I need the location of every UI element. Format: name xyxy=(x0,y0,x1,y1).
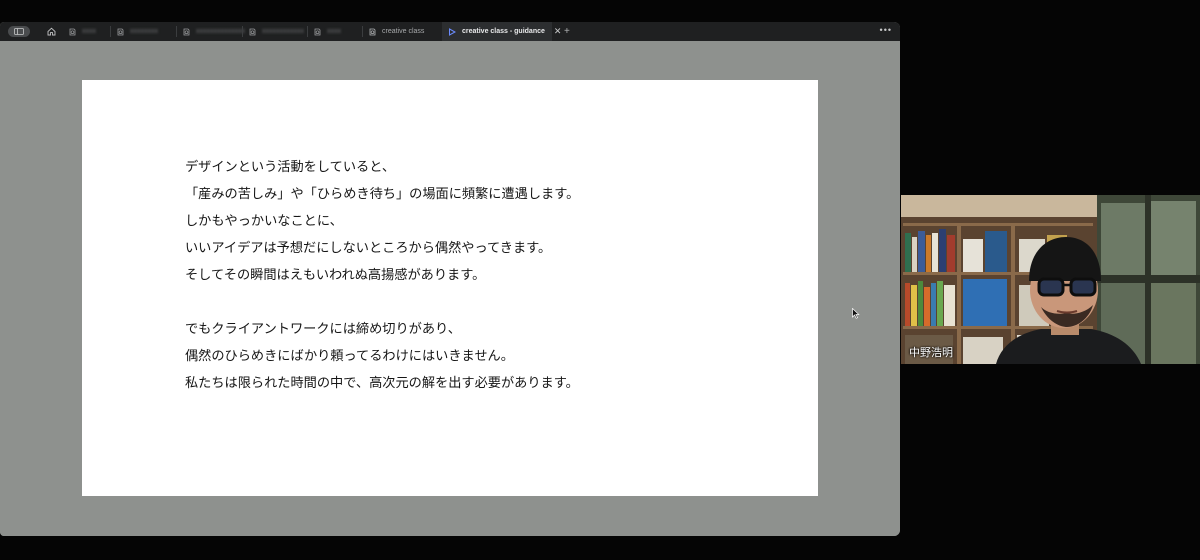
tab-label: creative class xyxy=(382,28,425,35)
sidebar-toggle-icon xyxy=(14,28,24,35)
participant-name-label: 中野浩明 xyxy=(909,346,953,359)
more-horizontal-icon[interactable]: ••• xyxy=(880,25,892,35)
notion-page-icon xyxy=(368,28,376,36)
presentation-canvas: デザインという活動をしていると、 「産みの苦しみ」や「ひらめき待ち」の場面に頻繁… xyxy=(0,41,900,536)
home-icon xyxy=(47,27,55,36)
tab-bar: xxxx xxxxxxxx xxxxxxxxxxxxxx xxxxxxxxxxx… xyxy=(0,22,900,41)
slide-line: しかもやっかいなことに、 xyxy=(185,214,343,229)
tab-label: xxxxxxxx xyxy=(130,28,158,35)
mouse-pointer-icon xyxy=(852,308,860,319)
sidebar-toggle-button[interactable] xyxy=(8,26,30,37)
notion-page-icon xyxy=(116,28,124,36)
slide-line: 私たちは限られた時間の中で、高次元の解を出す必要があります。 xyxy=(185,376,579,391)
slide-line: そしてその瞬間はえもいわれぬ高揚感があります。 xyxy=(185,268,486,283)
slide-line: 偶然のひらめきにばかり頼ってるわけにはいきません。 xyxy=(185,349,514,364)
webcam-image xyxy=(901,195,1200,364)
slide-line: 「産みの苦しみ」や「ひらめき待ち」の場面に頻繁に遭遇します。 xyxy=(185,187,580,202)
plus-icon[interactable]: + xyxy=(564,26,570,37)
slide-line-blank xyxy=(185,289,579,316)
tab-4[interactable]: xxxxxxxxxxxx xyxy=(242,22,307,41)
play-triangle-icon xyxy=(448,27,456,36)
tab-label: xxxxxxxxxxxx xyxy=(262,28,304,35)
tab-label: xxxx xyxy=(327,28,341,35)
notion-page-icon xyxy=(248,28,256,36)
participant-video: 中野浩明 xyxy=(901,195,1200,364)
notion-page-icon xyxy=(182,28,190,36)
tab-creative-class-guidance[interactable]: creative class - guidance ✕ xyxy=(442,22,561,41)
slide: デザインという活動をしていると、 「産みの苦しみ」や「ひらめき待ち」の場面に頻繁… xyxy=(82,80,818,496)
tab-2[interactable]: xxxxxxxx xyxy=(110,22,176,41)
slide-line: でもクライアントワークには締め切りがあり、 xyxy=(185,322,461,337)
tab-5[interactable]: xxxx xyxy=(307,22,362,41)
tab-label: xxxx xyxy=(82,28,96,35)
notion-page-icon xyxy=(68,28,76,36)
home-button[interactable] xyxy=(44,25,58,39)
tab-label: xxxxxxxxxxxxxx xyxy=(196,28,245,35)
slide-line: デザインという活動をしていると、 xyxy=(185,160,396,175)
notion-page-icon xyxy=(313,28,321,36)
close-icon[interactable]: ✕ xyxy=(554,26,562,37)
slide-line: いいアイデアは予想だにしないところから偶然やってきます。 xyxy=(185,241,552,256)
tab-3[interactable]: xxxxxxxxxxxxxx xyxy=(176,22,245,41)
screen-share-stage: xxxx xxxxxxxx xxxxxxxxxxxxxx xxxxxxxxxxx… xyxy=(0,0,1200,560)
tab-label: creative class - guidance xyxy=(462,28,545,35)
tab-creative-class[interactable]: creative class xyxy=(362,22,442,41)
tab-1[interactable]: xxxx xyxy=(62,22,110,41)
slide-body: デザインという活動をしていると、 「産みの苦しみ」や「ひらめき待ち」の場面に頻繁… xyxy=(185,154,579,397)
shared-browser-window: xxxx xxxxxxxx xxxxxxxxxxxxxx xxxxxxxxxxx… xyxy=(0,22,900,536)
